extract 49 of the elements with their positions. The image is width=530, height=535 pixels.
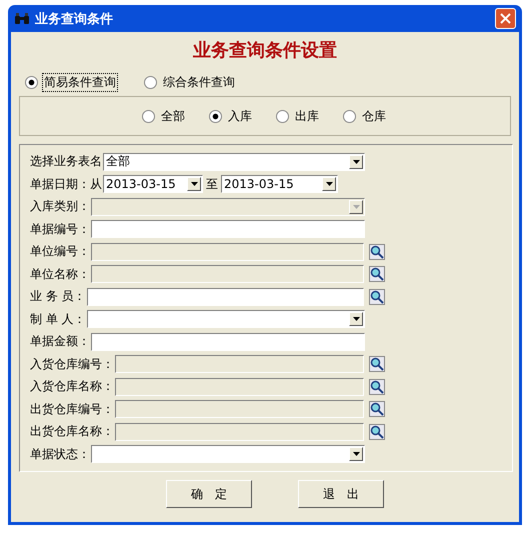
field-label: 入货仓库编号： — [30, 356, 114, 373]
radio-label[interactable]: 出库 — [293, 106, 321, 126]
field-label: 出货仓库名称： — [30, 423, 114, 440]
magnifier-icon[interactable] — [369, 244, 385, 260]
field-label: 入库类别： — [30, 198, 90, 216]
magnifier-icon[interactable] — [369, 288, 385, 305]
radio-label[interactable]: 入库 — [226, 106, 254, 126]
field-label: 单据编号： — [30, 220, 90, 238]
magnifier-icon[interactable] — [369, 424, 385, 440]
field-label: 单据状态： — [30, 446, 90, 463]
magnifier-icon[interactable] — [369, 266, 385, 282]
date-field[interactable]: 2013-03-15 — [221, 175, 338, 194]
radio-button[interactable] — [343, 110, 356, 122]
dialog-button[interactable]: 确 定 — [166, 480, 252, 508]
dialog-button[interactable]: 退 出 — [298, 480, 384, 508]
binoculars-icon — [14, 12, 30, 24]
input-field[interactable] — [91, 220, 365, 238]
radio-label[interactable]: 全部 — [159, 106, 187, 126]
radio-button[interactable] — [25, 76, 38, 88]
close-button[interactable] — [495, 8, 516, 29]
magnifier-icon[interactable] — [369, 378, 385, 395]
field-label: 入货仓库名称： — [30, 378, 114, 396]
field-label: 单位编号： — [30, 243, 90, 260]
window-title: 业务查询条件 — [35, 10, 114, 28]
radio-button[interactable] — [276, 110, 289, 122]
close-icon — [500, 13, 511, 24]
field-label: 至 — [206, 176, 218, 193]
input-field[interactable] — [91, 332, 365, 351]
radio-label[interactable]: 简易条件查询 — [42, 72, 118, 92]
field-label: 制 单 人： — [30, 310, 86, 328]
field-label: 单位名称： — [30, 266, 90, 283]
dropdown-field[interactable] — [86, 310, 365, 328]
dropdown-field[interactable] — [91, 445, 365, 464]
radio-button[interactable] — [144, 76, 157, 88]
radio-label[interactable]: 综合条件查询 — [161, 72, 237, 92]
input-field[interactable] — [86, 288, 364, 306]
magnifier-icon[interactable] — [369, 356, 385, 372]
field-label: 单据日期：从 — [30, 176, 102, 193]
radio-button[interactable] — [209, 110, 222, 122]
magnifier-icon[interactable] — [369, 401, 385, 418]
radio-label[interactable]: 仓库 — [360, 106, 388, 126]
field-label: 业 务 员： — [30, 288, 86, 306]
radio-button[interactable] — [142, 110, 155, 122]
dialog-heading: 业务查询条件设置 — [193, 39, 337, 62]
field-label: 选择业务表名 — [30, 153, 102, 170]
dropdown-field[interactable]: 全部 — [103, 152, 365, 171]
date-field[interactable]: 2013-03-15 — [103, 175, 203, 194]
field-label: 单据金额： — [30, 333, 90, 350]
field-label: 出货仓库编号： — [30, 400, 114, 418]
